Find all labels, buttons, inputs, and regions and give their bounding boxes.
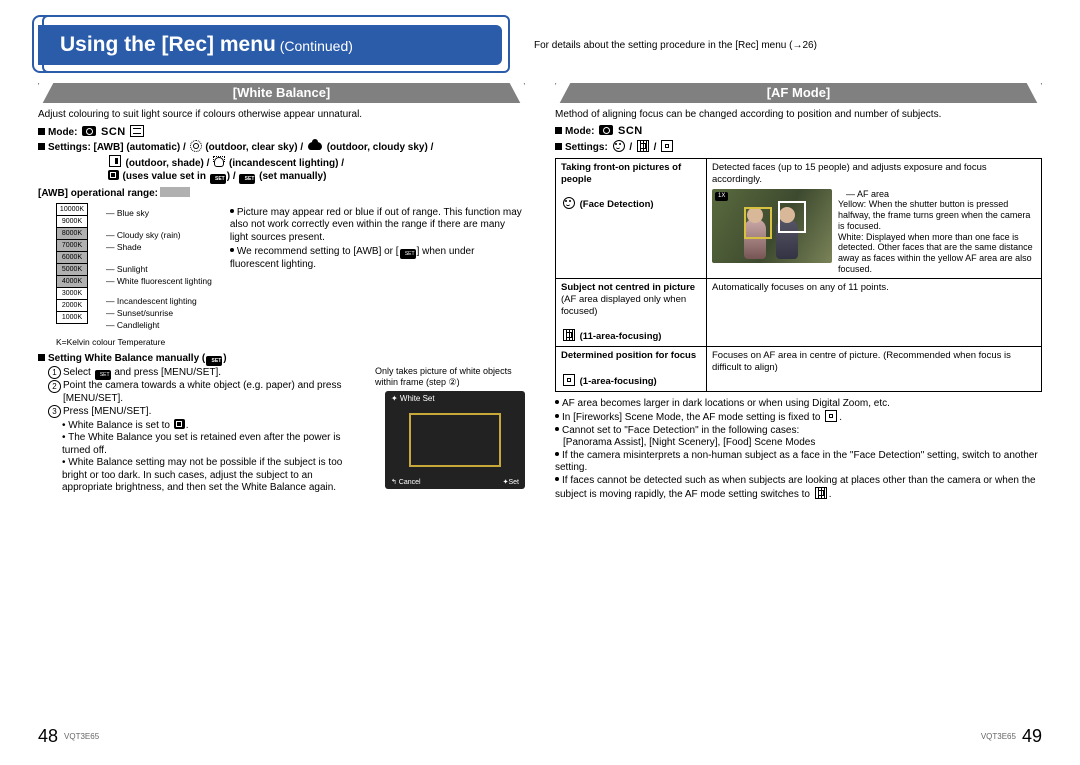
awb-range-label: [AWB] operational range: <box>38 187 525 201</box>
af-mode-header: [AF Mode] <box>555 83 1042 103</box>
set-icon <box>210 174 226 184</box>
face-detection-photo: 1X <box>712 189 832 263</box>
af-mode-table: Taking front-on pictures of people (Face… <box>555 158 1042 392</box>
kelvin-chart: 10000K 9000K 8000K 7000K 6000K 5000K 400… <box>56 203 212 331</box>
multi-area-icon <box>637 140 649 152</box>
af-settings-line: Settings: / / <box>555 140 1042 155</box>
kelvin-footer: K=Kelvin colour Temperature <box>56 337 525 348</box>
cloud-icon <box>308 142 322 150</box>
page-footer: 48VQT3E65 VQT3E6549 <box>38 726 1042 747</box>
white-balance-header: [White Balance] <box>38 83 525 103</box>
sun-icon <box>191 141 201 151</box>
wb-manual-heading: Setting White Balance manually () <box>38 353 525 366</box>
wb-mode: Mode: SCN <box>38 125 525 140</box>
clip-icon <box>130 125 144 137</box>
header-details: For details about the setting procedure … <box>534 40 1042 51</box>
af-notes: AF area becomes larger in dark locations… <box>555 398 1042 502</box>
wb-intro: Adjust colouring to suit light source if… <box>38 109 525 122</box>
header-row: Using the [Rec] menu (Continued) For det… <box>38 25 1042 65</box>
af-mode-column: [AF Mode] Method of aligning focus can b… <box>555 83 1042 502</box>
camera-icon <box>599 125 613 135</box>
white-balance-column: [White Balance] Adjust colouring to suit… <box>38 83 525 502</box>
page-title: Using the [Rec] menu (Continued) <box>38 25 502 65</box>
wb-manual-icon <box>108 170 119 180</box>
bulb-icon <box>214 157 224 167</box>
af-intro: Method of aligning focus can be changed … <box>555 109 1042 122</box>
wb-manual-steps: 1Select and press [MENU/SET]. 2Point the… <box>38 366 361 495</box>
af-mode-line: Mode: SCN <box>555 125 1042 139</box>
white-set-preview: Only takes picture of white objects with… <box>375 366 525 495</box>
single-area-icon <box>661 140 673 152</box>
wb-notes: Picture may appear red or blue if out of… <box>212 201 525 335</box>
camera-icon <box>82 126 96 136</box>
wb-settings: Settings: [AWB] (automatic) / (outdoor, … <box>38 141 525 184</box>
shade-icon <box>109 155 121 167</box>
face-detection-icon <box>613 140 625 152</box>
set-icon-2 <box>239 174 255 184</box>
